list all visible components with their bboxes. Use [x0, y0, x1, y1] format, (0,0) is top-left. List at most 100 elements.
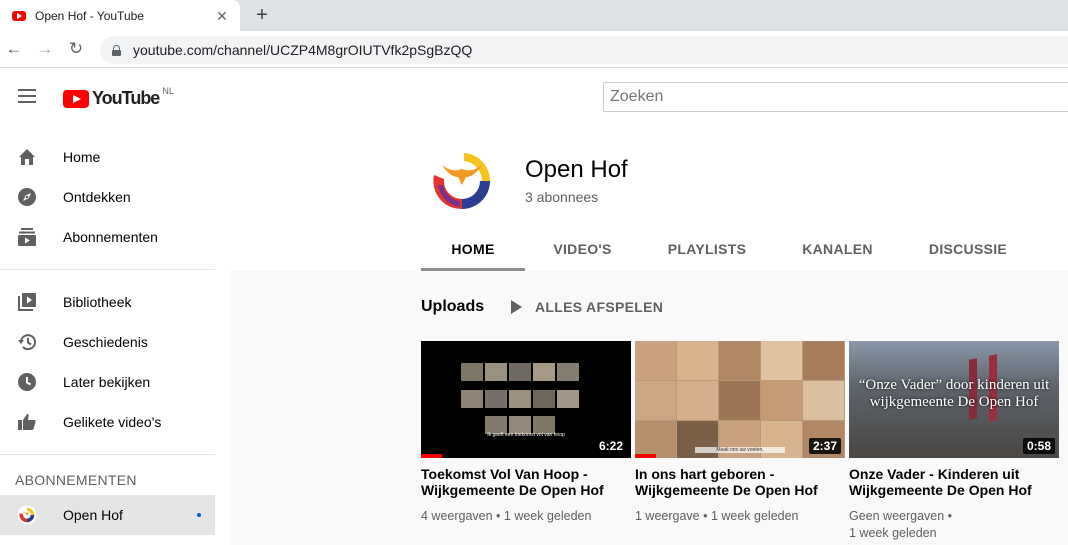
sidebar-item-gelikete-videos[interactable]: Gelikete video's: [0, 402, 215, 442]
video-thumbnail[interactable]: Maak ons uw voeten, 2:37: [635, 341, 845, 458]
video-meta: Geen weergaven • 1 week geleden: [849, 509, 953, 540]
participant-tile: [533, 390, 555, 408]
participant-tile: [677, 341, 718, 380]
browser-tabstrip: Open Hof - YouTube ✕ +: [0, 0, 1068, 31]
masthead: YouTube NL: [0, 69, 1068, 125]
video-meta: 1 weergave • 1 week geleden: [635, 509, 799, 523]
youtube-logo[interactable]: YouTube NL: [63, 85, 174, 109]
video-card[interactable]: Maak ons uw voeten, 2:37 In ons hart geb…: [635, 341, 845, 525]
uploads-heading[interactable]: Uploads: [421, 298, 484, 316]
participant-tile: [533, 363, 555, 381]
participant-tile: [761, 341, 802, 380]
subscriber-count: 3 abonnees: [525, 189, 599, 205]
participant-tile: [635, 341, 676, 380]
participant-tile: [719, 381, 760, 420]
subscriptions-icon: [17, 227, 37, 247]
participant-tile: [485, 363, 507, 381]
video-caption: Maak ons uw voeten,: [695, 447, 785, 453]
video-caption: Ik geeft een toekomst vol van hoop: [487, 432, 565, 438]
play-all-button[interactable]: ALLES AFSPELEN: [511, 299, 663, 315]
participant-tile: [461, 390, 483, 408]
youtube-play-logo-icon: [63, 89, 89, 108]
channel-avatar-small: [17, 505, 37, 525]
sidebar-item-label: Later bekijken: [63, 374, 151, 390]
close-tab-icon[interactable]: ✕: [214, 8, 230, 24]
home-icon: [17, 147, 37, 167]
watch-progress-bar: [421, 454, 442, 458]
forward-arrow-icon[interactable]: →: [36, 40, 54, 58]
sidebar-item-geschiedenis[interactable]: Geschiedenis: [0, 322, 215, 362]
participant-tile: [677, 381, 718, 420]
participant-tile: [803, 341, 844, 380]
clock-icon: [17, 372, 37, 392]
new-tab-icon[interactable]: +: [252, 4, 272, 26]
sidebar-section-title: ABONNEMENTEN: [15, 472, 137, 488]
tab-playlists[interactable]: PLAYLISTS: [640, 227, 774, 271]
video-card[interactable]: Ik geeft een toekomst vol van hoop 6:22 …: [421, 341, 631, 525]
play-icon: [511, 300, 522, 314]
sidebar-divider: [0, 269, 215, 270]
sidebar-item-home[interactable]: Home: [0, 137, 215, 177]
sidebar-item-label: Bibliotheek: [63, 294, 132, 310]
video-meta: 4 weergaven • 1 week geleden: [421, 509, 592, 523]
participant-tile: [461, 363, 483, 381]
youtube-favicon-icon: [12, 10, 26, 21]
video-card[interactable]: “Onze Vader” door kinderen uit wijkgemee…: [849, 341, 1059, 542]
url-text: youtube.com/channel/UCZP4M8grOIUTVfk2pSg…: [133, 42, 473, 58]
logo-text: YouTube: [92, 88, 160, 108]
sidebar-item-label: Abonnementen: [63, 229, 158, 245]
back-arrow-icon[interactable]: ←: [5, 40, 23, 58]
channel-name: Open Hof: [525, 156, 628, 183]
library-icon: [17, 292, 37, 312]
participant-tile: [509, 390, 531, 408]
sidebar-item-abonnementen[interactable]: Abonnementen: [0, 217, 215, 257]
hamburger-menu-icon[interactable]: [18, 89, 36, 103]
sidebar-item-later-bekijken[interactable]: Later bekijken: [0, 362, 215, 402]
tab-title: Open Hof - YouTube: [35, 8, 144, 23]
tab-kanalen[interactable]: KANALEN: [774, 227, 901, 271]
participant-tile: [803, 381, 844, 420]
sidebar-item-bibliotheek[interactable]: Bibliotheek: [0, 282, 215, 322]
channel-avatar[interactable]: [426, 145, 498, 217]
video-title[interactable]: Toekomst Vol Van Hoop - Wijkgemeente De …: [421, 466, 631, 498]
video-thumbnail[interactable]: Ik geeft een toekomst vol van hoop 6:22: [421, 341, 631, 458]
reload-icon[interactable]: ↻: [67, 40, 85, 58]
sidebar-subscription-open-hof[interactable]: Open Hof: [0, 495, 215, 535]
country-code: NL: [162, 85, 174, 96]
sidebar-item-label: Open Hof: [63, 507, 123, 523]
sidebar-item-label: Geschiedenis: [63, 334, 148, 350]
channel-tabs: HOME VIDEO'S PLAYLISTS KANALEN DISCUSSIE: [421, 227, 1035, 271]
participant-tile: [635, 381, 676, 420]
lock-icon: [112, 44, 121, 56]
video-title[interactable]: In ons hart geboren - Wijkgemeente De Op…: [635, 466, 845, 498]
search-input[interactable]: [603, 82, 1068, 112]
watch-progress-bar: [635, 454, 656, 458]
channel-header: Open Hof 3 abonnees HOME VIDEO'S PLAYLIS…: [231, 125, 1068, 271]
play-all-label: ALLES AFSPELEN: [535, 299, 664, 315]
browser-toolbar: ← → ↻ youtube.com/channel/UCZP4M8grOIUTV…: [0, 31, 1068, 68]
compass-icon: [17, 187, 37, 207]
participant-tile: [761, 381, 802, 420]
new-content-dot: [197, 513, 201, 517]
video-duration: 2:37: [808, 438, 841, 454]
participant-tile: [509, 363, 531, 381]
video-duration: 6:22: [594, 438, 627, 454]
thumbnail-overlay-text: “Onze Vader” door kinderen uit wijkgemee…: [858, 377, 1050, 410]
sidebar-divider: [0, 454, 215, 455]
browser-tab[interactable]: Open Hof - YouTube ✕: [0, 0, 240, 31]
video-title[interactable]: Onze Vader - Kinderen uit Wijkgemeente D…: [849, 466, 1059, 498]
participant-tile: [635, 421, 676, 458]
tab-home[interactable]: HOME: [421, 227, 525, 271]
address-bar[interactable]: youtube.com/channel/UCZP4M8grOIUTVfk2pSg…: [100, 36, 1068, 64]
sidebar-item-label: Home: [63, 149, 101, 165]
history-icon: [17, 332, 37, 352]
sidebar-item-ontdekken[interactable]: Ontdekken: [0, 177, 215, 217]
main-content: Open Hof 3 abonnees HOME VIDEO'S PLAYLIS…: [231, 125, 1068, 545]
sidebar: Home Ontdekken Abonnementen Bibliotheek …: [0, 125, 231, 545]
tab-videos[interactable]: VIDEO'S: [525, 227, 640, 271]
participant-tile: [485, 390, 507, 408]
thumbs-up-icon: [17, 412, 37, 432]
sidebar-item-label: Gelikete video's: [63, 414, 162, 430]
tab-discussie[interactable]: DISCUSSIE: [901, 227, 1035, 271]
video-thumbnail[interactable]: “Onze Vader” door kinderen uit wijkgemee…: [849, 341, 1059, 458]
